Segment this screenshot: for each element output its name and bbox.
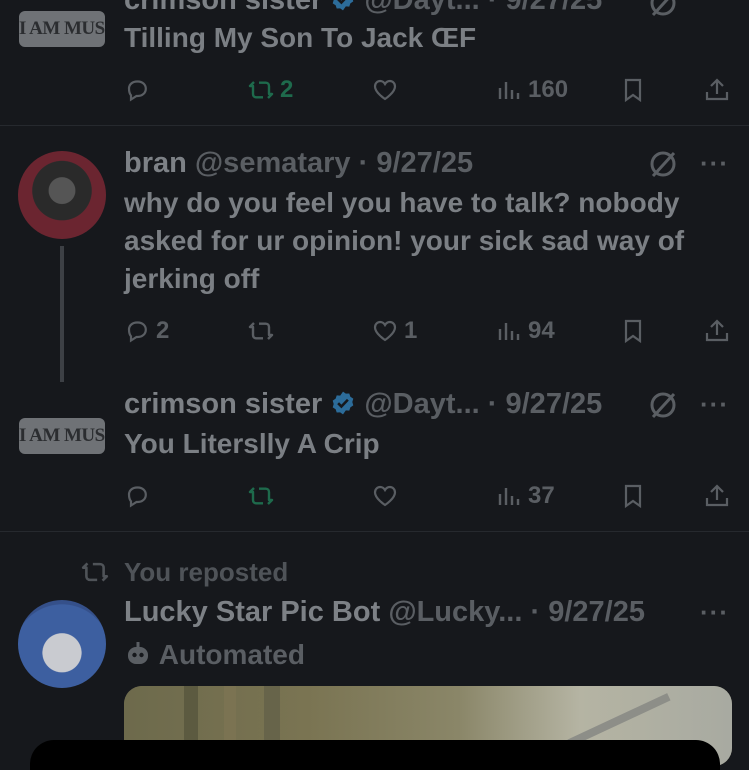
repost-label[interactable]: You reposted	[124, 557, 288, 588]
divider	[0, 125, 749, 126]
tweet-header: crimson sister @Dayt... · 9/27/25	[124, 385, 602, 423]
repost-icon	[248, 81, 274, 99]
view-count: 160	[528, 76, 569, 103]
share-icon	[705, 78, 729, 101]
repost-button[interactable]: 2	[248, 73, 293, 107]
display-name[interactable]: Lucky Star Pic Bot	[124, 596, 380, 628]
heart-icon	[373, 485, 397, 507]
grok-icon[interactable]	[648, 390, 678, 420]
repost-button[interactable]	[248, 479, 280, 513]
views-icon	[498, 82, 520, 99]
views-button[interactable]: 160	[496, 73, 568, 107]
verified-icon	[330, 0, 356, 11]
view-count: 37	[528, 482, 555, 509]
grok-icon[interactable]	[648, 0, 678, 18]
thread-line	[60, 246, 64, 382]
automated-label: Automated	[158, 639, 305, 670]
like-button[interactable]	[372, 479, 404, 513]
more-options-icon[interactable]: ···	[700, 389, 729, 420]
handle[interactable]: @Lucky...	[388, 596, 522, 628]
share-icon	[705, 319, 729, 342]
tweet-header: crimson sister @Dayt... · 9/27/25	[124, 0, 602, 19]
bookmark-button[interactable]	[620, 314, 646, 348]
tweet-header: bran @sematary · 9/27/25	[124, 144, 473, 182]
heart-icon	[373, 79, 397, 101]
share-button[interactable]	[704, 314, 730, 348]
timestamp[interactable]: 9/27/25	[506, 0, 603, 16]
repost-count: 2	[280, 76, 294, 103]
tweet-text: Tilling My Son To Jack ŒF	[124, 22, 477, 53]
automated-badge[interactable]: Automated	[124, 639, 305, 671]
grok-icon[interactable]	[648, 149, 678, 179]
more-options-icon[interactable]: ···	[700, 148, 729, 179]
timestamp[interactable]: 9/27/25	[506, 388, 603, 420]
handle[interactable]: @Dayt...	[364, 0, 479, 16]
repost-icon	[248, 322, 274, 340]
avatar[interactable]: I AM MUSIC	[19, 418, 105, 454]
avatar[interactable]: I AM MUSIC	[19, 11, 105, 47]
timestamp[interactable]: 9/27/25	[548, 596, 645, 628]
views-icon	[498, 323, 520, 340]
more-options-icon[interactable]: ···	[700, 597, 729, 628]
views-button[interactable]: 37	[496, 479, 555, 513]
reply-button[interactable]	[124, 479, 156, 513]
bot-icon	[124, 640, 152, 668]
views-icon	[498, 488, 520, 505]
tweet-text: why do you feel you have to talk? nobody…	[124, 187, 685, 294]
repost-indicator-icon	[80, 558, 110, 586]
display-name[interactable]: crimson sister	[124, 388, 322, 420]
separator-dot: ·	[530, 596, 541, 628]
tweet-actions: 37	[124, 479, 734, 513]
handle[interactable]: @Dayt...	[364, 388, 479, 420]
display-name[interactable]: crimson sister	[124, 0, 322, 16]
separator-dot: ·	[487, 388, 498, 420]
reply-button[interactable]: 2	[124, 314, 169, 348]
avatar[interactable]	[18, 151, 106, 239]
divider	[0, 531, 749, 532]
bookmark-button[interactable]	[620, 479, 646, 513]
bookmark-icon	[624, 319, 642, 344]
reply-icon	[127, 321, 147, 343]
like-count: 1	[404, 317, 418, 344]
tweet-text: You Literslly A Crip	[124, 428, 380, 459]
bookmark-icon	[624, 78, 642, 103]
share-button[interactable]	[704, 73, 730, 107]
heart-icon	[373, 320, 397, 342]
display-name[interactable]: bran	[124, 147, 187, 179]
separator-dot: ·	[487, 0, 498, 16]
like-button[interactable]	[372, 73, 404, 107]
views-button[interactable]: 94	[496, 314, 555, 348]
handle[interactable]: @sematary	[195, 147, 351, 179]
verified-icon	[330, 388, 356, 415]
share-button[interactable]	[704, 479, 730, 513]
like-button[interactable]: 1	[372, 314, 417, 348]
bottom-sheet-edge	[30, 740, 720, 770]
reply-icon	[127, 80, 147, 102]
bookmark-icon	[624, 484, 642, 509]
reply-count: 2	[156, 317, 170, 344]
repost-icon	[248, 487, 274, 505]
share-icon	[705, 484, 729, 507]
avatar[interactable]	[18, 600, 106, 688]
reply-button[interactable]	[124, 73, 156, 107]
tweet-actions: 2 160	[124, 73, 734, 107]
view-count: 94	[528, 317, 555, 344]
separator-dot: ·	[358, 147, 369, 179]
bookmark-button[interactable]	[620, 73, 646, 107]
timestamp[interactable]: 9/27/25	[376, 147, 473, 179]
reply-icon	[127, 486, 147, 508]
tweet-actions: 2 1 94	[124, 314, 734, 348]
repost-button[interactable]	[248, 314, 280, 348]
tweet-header: Lucky Star Pic Bot @Lucky... · 9/27/25	[124, 593, 645, 631]
